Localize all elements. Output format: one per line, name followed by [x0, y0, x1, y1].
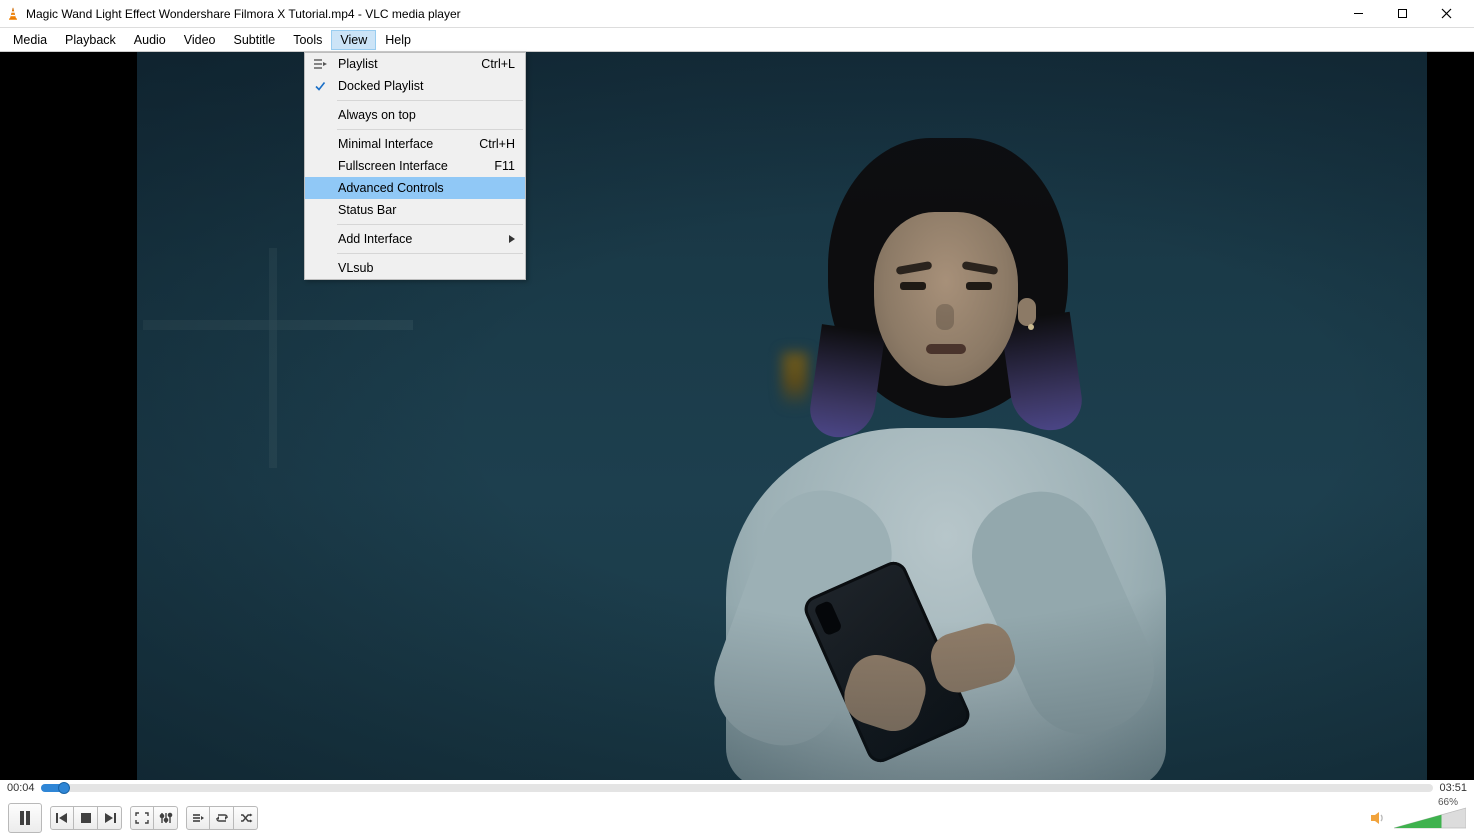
menu-media[interactable]: Media [4, 30, 56, 50]
seek-slider[interactable] [41, 784, 1434, 792]
maximize-button[interactable] [1380, 0, 1424, 28]
loop-button[interactable] [210, 806, 234, 830]
menuitem-fullscreen-interface[interactable]: Fullscreen Interface F11 [305, 155, 525, 177]
menuitem-fullscreen-interface-label: Fullscreen Interface [335, 159, 494, 173]
mute-button[interactable] [1370, 811, 1386, 825]
menuitem-status-bar-label: Status Bar [335, 203, 525, 217]
playlist-icon [305, 58, 335, 70]
check-icon [305, 80, 335, 92]
menu-separator [337, 253, 523, 254]
pause-button[interactable] [8, 803, 42, 833]
menuitem-minimal-interface[interactable]: Minimal Interface Ctrl+H [305, 133, 525, 155]
menu-video[interactable]: Video [175, 30, 225, 50]
menu-separator [337, 224, 523, 225]
view-dropdown: Playlist Ctrl+L Docked Playlist Always o… [304, 52, 526, 280]
menuitem-playlist-label: Playlist [335, 57, 481, 71]
time-total[interactable]: 03:51 [1439, 782, 1467, 794]
random-button[interactable] [234, 806, 258, 830]
controls-bar: 66% [0, 796, 1474, 840]
menu-view[interactable]: View [331, 30, 376, 50]
menuitem-advanced-controls[interactable]: Advanced Controls [305, 177, 525, 199]
menu-tools[interactable]: Tools [284, 30, 331, 50]
nav-button-group [50, 806, 122, 830]
menuitem-add-interface[interactable]: Add Interface [305, 228, 525, 250]
menu-subtitle[interactable]: Subtitle [225, 30, 285, 50]
menuitem-add-interface-label: Add Interface [335, 232, 525, 246]
submenu-arrow-icon [509, 232, 515, 246]
menu-playback[interactable]: Playback [56, 30, 125, 50]
close-button[interactable] [1424, 0, 1468, 28]
menu-bar: Media Playback Audio Video Subtitle Tool… [0, 28, 1474, 52]
menu-separator [337, 100, 523, 101]
menuitem-always-on-top-label: Always on top [335, 108, 525, 122]
menuitem-always-on-top[interactable]: Always on top [305, 104, 525, 126]
volume-slider[interactable] [1394, 807, 1466, 829]
playlist-button-group [186, 806, 258, 830]
time-elapsed[interactable]: 00:04 [7, 782, 35, 794]
video-area[interactable] [0, 52, 1474, 780]
menuitem-docked-playlist-label: Docked Playlist [335, 79, 525, 93]
menuitem-playlist-shortcut: Ctrl+L [481, 57, 525, 71]
menuitem-minimal-interface-label: Minimal Interface [335, 137, 479, 151]
fullscreen-button[interactable] [130, 806, 154, 830]
playlist-button[interactable] [186, 806, 210, 830]
menuitem-status-bar[interactable]: Status Bar [305, 199, 525, 221]
menuitem-playlist[interactable]: Playlist Ctrl+L [305, 53, 525, 75]
extended-settings-button[interactable] [154, 806, 178, 830]
menuitem-vlsub-label: VLsub [335, 261, 525, 275]
menu-audio[interactable]: Audio [125, 30, 175, 50]
menu-help[interactable]: Help [376, 30, 420, 50]
title-bar: Magic Wand Light Effect Wondershare Film… [0, 0, 1474, 28]
menu-separator [337, 129, 523, 130]
seek-row: 00:04 03:51 [0, 780, 1474, 796]
window-title: Magic Wand Light Effect Wondershare Film… [26, 7, 461, 21]
minimize-button[interactable] [1336, 0, 1380, 28]
previous-button[interactable] [50, 806, 74, 830]
menuitem-vlsub[interactable]: VLsub [305, 257, 525, 279]
volume-control: 66% [1394, 807, 1466, 829]
stop-button[interactable] [74, 806, 98, 830]
menuitem-docked-playlist[interactable]: Docked Playlist [305, 75, 525, 97]
menuitem-advanced-controls-label: Advanced Controls [335, 181, 525, 195]
view-button-group [130, 806, 178, 830]
seek-thumb[interactable] [58, 782, 70, 794]
vlc-cone-icon [6, 7, 20, 21]
next-button[interactable] [98, 806, 122, 830]
menuitem-fullscreen-interface-shortcut: F11 [494, 159, 525, 173]
menuitem-minimal-interface-shortcut: Ctrl+H [479, 137, 525, 151]
